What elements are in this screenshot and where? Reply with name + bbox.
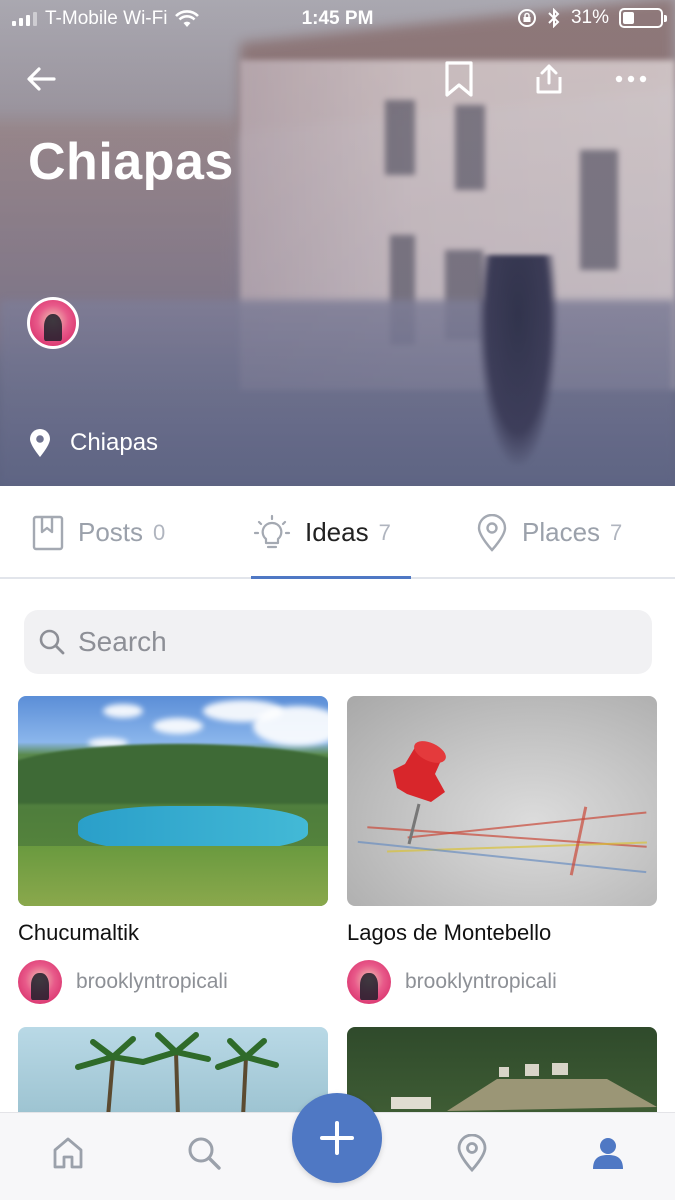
- bookmark-square-icon: [32, 515, 64, 550]
- rotation-lock-icon: [517, 9, 536, 27]
- more-options-button[interactable]: [608, 56, 654, 102]
- map-pin-icon: [457, 1134, 487, 1172]
- lightbulb-icon: [253, 514, 291, 548]
- card-title[interactable]: Chucumaltik: [18, 920, 328, 946]
- tab-ideas-label: Ideas: [305, 517, 369, 547]
- idea-card[interactable]: Lagos de Montebello brooklyntropicali: [347, 696, 657, 1004]
- active-tab-indicator: [251, 576, 411, 579]
- back-button[interactable]: [18, 56, 64, 102]
- author-avatar: [18, 960, 62, 1004]
- location-label: Chiapas: [70, 429, 159, 456]
- idea-card[interactable]: Chucumaltik brooklyntropicali: [18, 696, 328, 1004]
- search-bar[interactable]: [24, 610, 652, 674]
- tab-places-label: Places: [522, 517, 601, 547]
- card-image-lake[interactable]: [18, 696, 328, 906]
- map-pin-icon: [477, 513, 507, 552]
- card-title[interactable]: Lagos de Montebello: [347, 920, 657, 946]
- add-button[interactable]: [292, 1093, 382, 1183]
- location-row: Chiapas: [28, 428, 158, 458]
- red-pushpin-icon: [393, 741, 446, 845]
- location-pin-icon: [30, 429, 50, 457]
- battery-icon: [619, 8, 667, 28]
- bookmark-icon: [445, 61, 473, 97]
- nav-search-button[interactable]: [184, 1133, 224, 1173]
- hero-cover-image: [0, 0, 675, 486]
- content-tabs: Posts 0 Ideas 7 Places 7: [0, 486, 675, 579]
- status-bar: T-Mobile Wi-Fi 1:45 PM 31%: [0, 0, 675, 40]
- arrow-left-icon: [27, 67, 56, 91]
- plus-icon: [320, 1121, 354, 1155]
- page-title: Chiapas: [28, 133, 234, 191]
- tab-ideas-count: 7: [378, 519, 391, 545]
- tab-places[interactable]: Places 7: [476, 486, 622, 579]
- tab-places-count: 7: [610, 519, 623, 545]
- more-dots-icon: [615, 75, 647, 83]
- tab-posts-count: 0: [153, 519, 166, 545]
- search-icon: [188, 1137, 221, 1170]
- tab-posts-label: Posts: [78, 517, 144, 547]
- bookmark-button[interactable]: [436, 56, 482, 102]
- tab-ideas[interactable]: Ideas 7: [253, 486, 391, 579]
- battery-percent: 31%: [570, 7, 609, 28]
- search-input[interactable]: [78, 626, 618, 658]
- tab-posts[interactable]: Posts 0: [32, 486, 165, 579]
- share-button[interactable]: [526, 56, 572, 102]
- nav-home-button[interactable]: [48, 1133, 88, 1173]
- share-icon: [536, 64, 562, 94]
- author-name: brooklyntropicali: [76, 970, 228, 993]
- home-icon: [53, 1137, 83, 1169]
- bluetooth-icon: [548, 8, 560, 28]
- card-author[interactable]: brooklyntropicali: [347, 960, 657, 1004]
- nav-profile-button[interactable]: [588, 1133, 628, 1173]
- card-image-map-pin[interactable]: [347, 696, 657, 906]
- search-icon: [39, 629, 65, 655]
- author-avatar: [347, 960, 391, 1004]
- person-icon: [593, 1138, 623, 1169]
- owner-avatar[interactable]: [27, 297, 79, 349]
- nav-places-button[interactable]: [452, 1133, 492, 1173]
- author-name: brooklyntropicali: [405, 970, 557, 993]
- card-author[interactable]: brooklyntropicali: [18, 960, 328, 1004]
